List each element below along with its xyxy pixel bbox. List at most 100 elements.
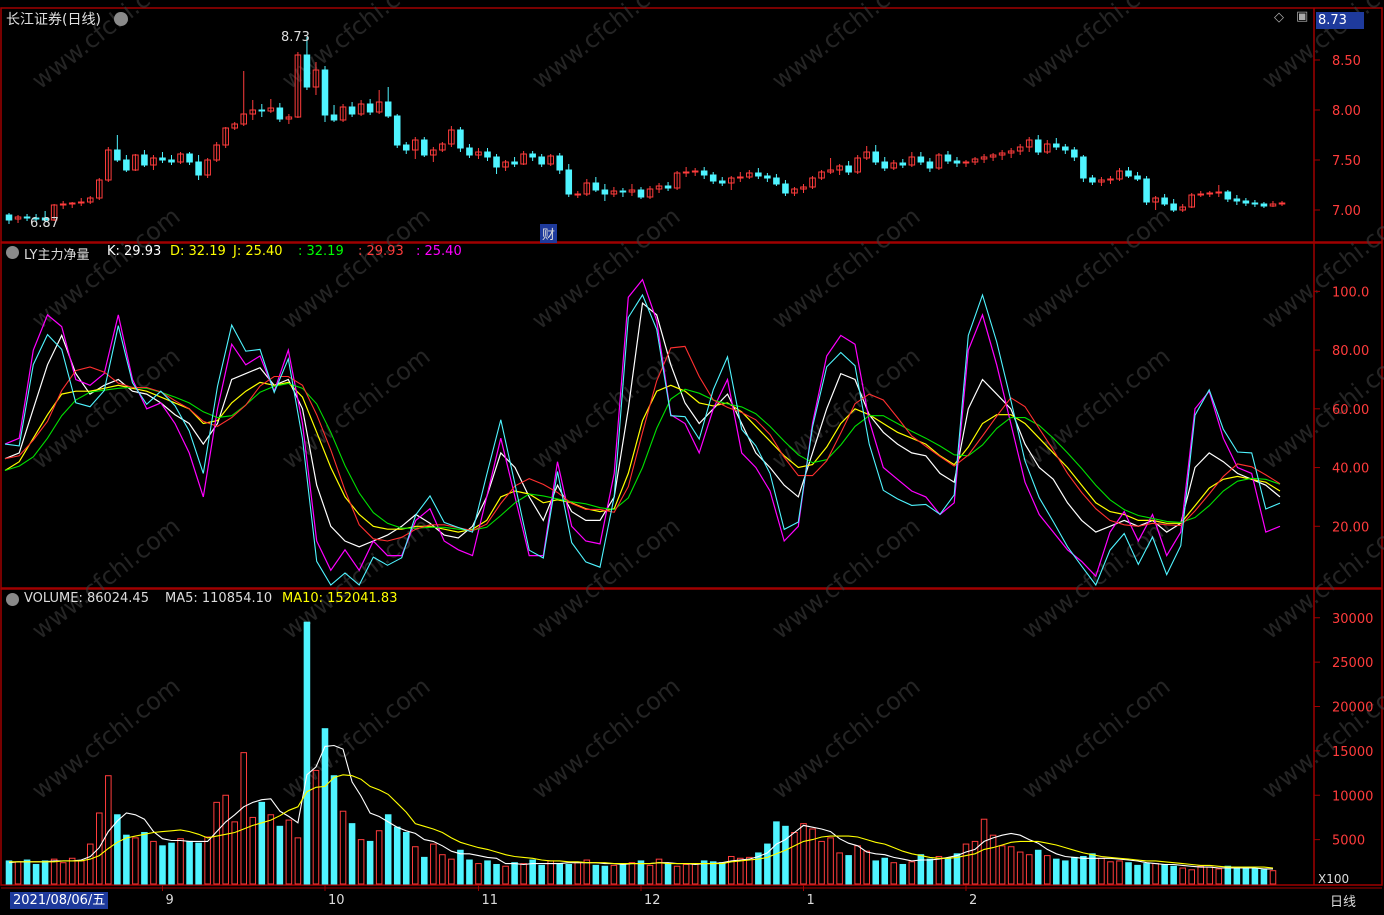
candle-body <box>384 101 392 117</box>
watermark-text: www.cfchi.com <box>1016 342 1175 475</box>
candle-body <box>1062 146 1069 151</box>
watermark-text: www.cfchi.com <box>766 512 925 645</box>
indicator-axis-tick: 80.00 <box>1332 344 1369 359</box>
indicator-menu-icon[interactable] <box>6 246 19 259</box>
volume-bar <box>1116 860 1123 885</box>
candle-body <box>1197 193 1205 196</box>
tab-daily[interactable]: 日线 <box>1330 891 1356 910</box>
diamond-icon[interactable]: ◇ <box>1274 10 1284 25</box>
candle-body <box>348 106 356 115</box>
volume-axis-tick: 10000 <box>1332 789 1373 804</box>
month-label: 2 <box>969 893 977 908</box>
volume-bar <box>1080 855 1087 885</box>
indicator-axis-tick: 60.00 <box>1332 403 1369 418</box>
volume-bar <box>953 853 961 885</box>
candle-body <box>1278 202 1286 205</box>
candle-body <box>962 161 970 164</box>
volume-bar <box>77 860 85 885</box>
candle-body <box>682 171 690 174</box>
volume-bar <box>294 837 302 885</box>
volume-bar <box>357 839 365 885</box>
volume-bar <box>628 862 636 885</box>
volume-bar <box>375 830 383 885</box>
volume-bar <box>1224 865 1232 885</box>
volume-bar <box>86 843 94 885</box>
volume-name[interactable]: VOLUME: 86024.45 <box>24 591 149 606</box>
watermark-text: www.cfchi.com <box>1016 202 1175 335</box>
volume-bar <box>1179 867 1186 885</box>
volume-bar <box>1206 866 1214 885</box>
candle-body <box>1170 203 1177 211</box>
volume-bar <box>384 814 392 885</box>
candle-body <box>1034 139 1042 153</box>
candle-body <box>59 203 67 206</box>
watermark-text: www.cfchi.com <box>1016 0 1175 95</box>
candle-body <box>1161 197 1168 205</box>
candle-body <box>664 185 672 189</box>
last-price-box: 8.73 <box>1316 12 1364 29</box>
stock-title[interactable]: 长江证券(日线) <box>6 9 101 29</box>
window-toggle-icon[interactable]: ▣ <box>1296 9 1308 24</box>
watermark-text: www.cfchi.com <box>766 202 925 335</box>
volume-bar <box>150 840 157 885</box>
volume-bar <box>800 823 807 885</box>
dropdown-circle-icon[interactable] <box>114 12 128 26</box>
volume-bar <box>457 849 464 885</box>
candle-body <box>276 107 284 120</box>
candle-body <box>303 54 311 88</box>
volume-bar <box>330 775 338 885</box>
volume-bar <box>249 816 257 885</box>
volume-bar <box>1161 863 1168 885</box>
volume-bar <box>899 863 907 885</box>
candle-body <box>1080 156 1087 179</box>
cursor-date: 2021/08/06/五 <box>10 892 109 909</box>
volume-bar <box>682 863 690 885</box>
candle-body <box>393 115 401 146</box>
price-axis-tick: 7.00 <box>1332 204 1361 219</box>
volume-bar <box>538 864 545 885</box>
candle-body <box>592 182 600 191</box>
candle-body <box>195 161 202 176</box>
candle-body <box>1071 149 1078 158</box>
indicator-axis-tick: 100.0 <box>1332 285 1369 300</box>
volume-bar <box>493 863 500 885</box>
candle-body <box>77 201 85 204</box>
volume-bar <box>998 845 1006 885</box>
candle-body <box>1125 170 1132 177</box>
candle-body <box>773 177 780 185</box>
volume-bar <box>637 860 645 885</box>
volume-bar <box>41 860 49 885</box>
candle-body <box>457 129 464 149</box>
finance-event-marker[interactable]: 财 <box>540 224 558 243</box>
volume-bar <box>1007 846 1015 885</box>
volume-bar <box>718 862 726 885</box>
volume-bar <box>123 834 130 885</box>
candle-body <box>321 69 329 116</box>
volume-bar <box>303 621 311 885</box>
volume-bar <box>23 859 31 885</box>
volume-bar <box>393 826 401 885</box>
volume-bar <box>1025 854 1033 885</box>
volume-menu-icon[interactable] <box>6 593 19 606</box>
volume-bar <box>267 814 275 885</box>
volume-bar <box>601 865 609 885</box>
volume-bar <box>619 863 627 885</box>
low-price-label: 6.87 <box>30 216 59 231</box>
indicator-name[interactable]: LY主力净量 <box>24 244 89 263</box>
volume-bar <box>141 832 148 885</box>
watermark-text: www.cfchi.com <box>276 342 435 475</box>
volume-bar <box>836 852 843 885</box>
volume-bar <box>1197 865 1205 885</box>
watermark-layer: www.cfchi.com www.cfchi.com www.cfchi.com w… <box>26 0 1384 805</box>
volume-bar <box>917 854 925 885</box>
candle-body <box>258 109 266 112</box>
volume-bar <box>285 819 293 885</box>
j-value-label: J: 25.40 <box>233 244 283 259</box>
volume-bar <box>1269 870 1277 885</box>
watermark-text: www.cfchi.com <box>276 202 435 335</box>
candle-body <box>1089 177 1096 183</box>
volume-bar <box>1152 863 1159 885</box>
candle-body <box>737 176 744 179</box>
candle-body <box>330 114 338 121</box>
volume-bar <box>962 843 970 885</box>
